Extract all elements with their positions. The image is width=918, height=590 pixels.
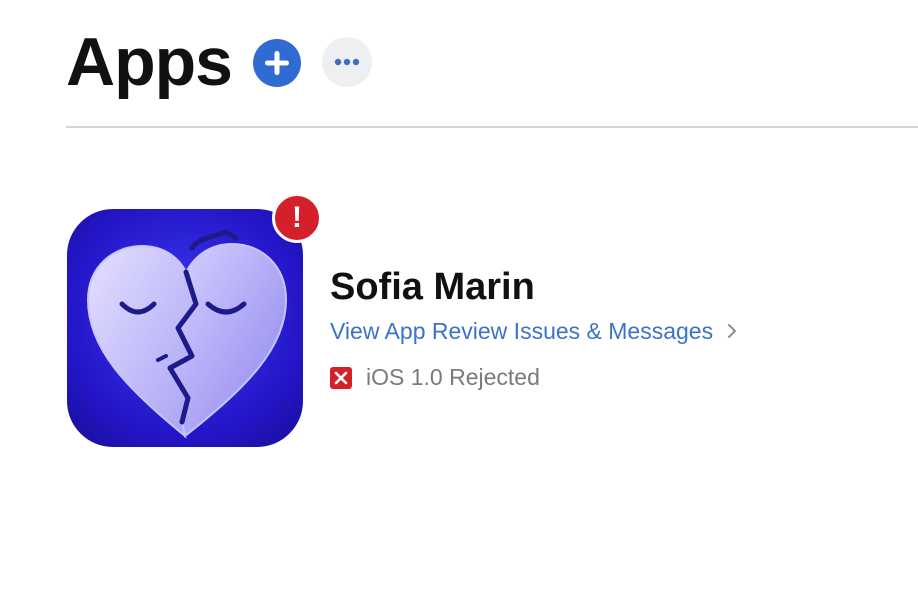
add-app-button[interactable] — [253, 39, 301, 87]
chevron-right-icon — [727, 318, 737, 345]
alert-badge: ! — [272, 193, 322, 243]
heart-faces-app-icon — [67, 209, 303, 447]
review-link-label: View App Review Issues & Messages — [330, 318, 714, 344]
ellipsis-icon — [334, 58, 360, 66]
app-status: iOS 1.0 Rejected — [330, 364, 540, 391]
status-text: iOS 1.0 Rejected — [366, 364, 540, 390]
view-review-issues-link[interactable]: View App Review Issues & Messages — [330, 318, 737, 345]
app-list-item[interactable]: ! Sofia Marin View App Review Issues & M… — [66, 190, 866, 460]
more-options-button[interactable] — [322, 37, 372, 87]
x-square-icon — [330, 366, 352, 389]
page-title: Apps — [66, 24, 233, 100]
header: Apps — [66, 22, 233, 102]
app-name[interactable]: Sofia Marin — [330, 266, 535, 309]
exclamation-icon: ! — [292, 201, 302, 234]
plus-circle-icon — [265, 51, 289, 75]
header-divider — [66, 126, 918, 128]
app-icon[interactable] — [66, 208, 304, 448]
